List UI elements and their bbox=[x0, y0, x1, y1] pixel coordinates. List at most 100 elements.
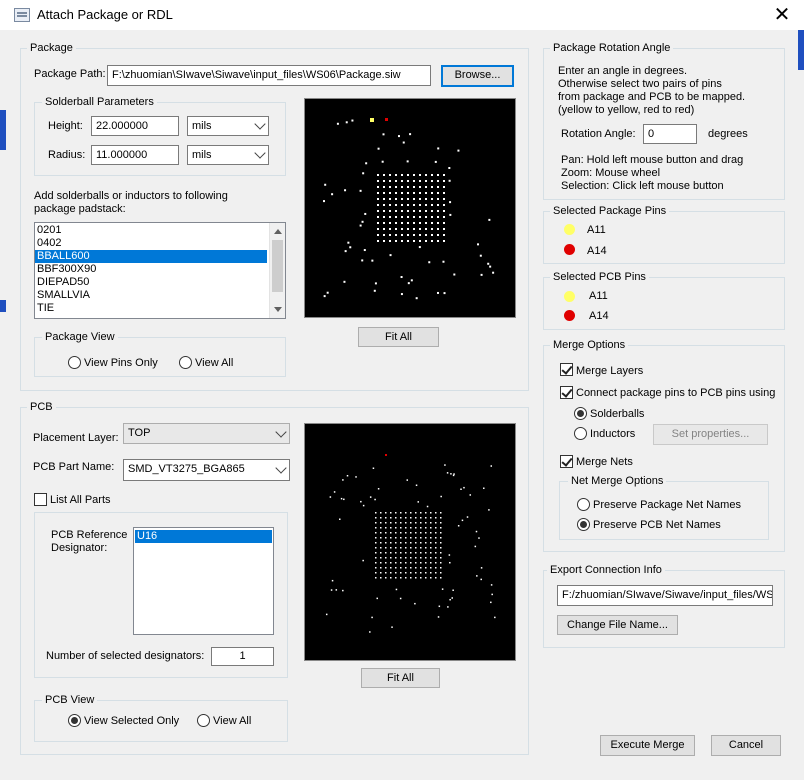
inductors-label[interactable]: Inductors bbox=[590, 428, 635, 440]
pin-mark bbox=[375, 522, 377, 524]
pin-mark bbox=[383, 198, 385, 200]
list-item-selected[interactable]: U16 bbox=[135, 530, 272, 543]
set-properties-button[interactable]: Set properties... bbox=[653, 424, 768, 445]
pin-mark bbox=[425, 562, 427, 564]
pin-mark bbox=[434, 160, 437, 163]
pin-mark bbox=[410, 527, 412, 529]
package-fit-all-button[interactable]: Fit All bbox=[358, 327, 439, 347]
view-pins-only-label[interactable]: View Pins Only bbox=[84, 357, 158, 369]
execute-merge-button[interactable]: Execute Merge bbox=[600, 735, 695, 756]
radius-input[interactable]: 11.000000 bbox=[91, 145, 179, 165]
list-all-parts-label[interactable]: List All Parts bbox=[50, 494, 111, 506]
pin-mark bbox=[400, 557, 402, 559]
pin-mark bbox=[475, 530, 478, 533]
height-unit-select[interactable]: mils bbox=[187, 116, 269, 136]
rotation-angle-input[interactable]: 0 bbox=[643, 124, 697, 144]
scroll-up-icon[interactable] bbox=[274, 229, 282, 234]
padstack-list[interactable]: 0201 0402 BBALL600 BBF300X90 DIEPAD50 SM… bbox=[34, 222, 286, 319]
pin-mark bbox=[385, 552, 387, 554]
radius-unit-select[interactable]: mils bbox=[187, 145, 269, 165]
pcb-view-all-radio[interactable] bbox=[197, 714, 210, 727]
pin-mark bbox=[390, 522, 392, 524]
list-item[interactable]: 0201 bbox=[35, 224, 285, 237]
pin-mark bbox=[395, 186, 397, 188]
pin-mark bbox=[382, 133, 385, 136]
pin-mark bbox=[435, 522, 437, 524]
change-file-name-button[interactable]: Change File Name... bbox=[557, 615, 678, 635]
pcb-part-name-select[interactable]: SMD_VT3275_BGA865 bbox=[123, 459, 290, 481]
list-item[interactable]: SMALLVIA bbox=[35, 289, 285, 302]
scroll-down-icon[interactable] bbox=[274, 307, 282, 312]
pcb-pin-map[interactable] bbox=[305, 424, 515, 660]
pin-mark bbox=[410, 547, 412, 549]
pin-mark bbox=[375, 547, 377, 549]
pin-mark bbox=[425, 180, 427, 182]
pin-mark bbox=[400, 547, 402, 549]
pin-mark bbox=[380, 512, 382, 514]
package-pin-map[interactable] bbox=[305, 99, 515, 317]
list-item-selected[interactable]: BBALL600 bbox=[35, 250, 267, 263]
preserve-package-net-label[interactable]: Preserve Package Net Names bbox=[593, 499, 741, 511]
height-input[interactable]: 22.000000 bbox=[91, 116, 179, 136]
inductors-radio[interactable] bbox=[574, 427, 587, 440]
view-selected-only-label[interactable]: View Selected Only bbox=[84, 715, 179, 727]
solderballs-radio[interactable] bbox=[574, 407, 587, 420]
padstack-scrollbar[interactable] bbox=[269, 223, 285, 318]
pcb-fit-all-button[interactable]: Fit All bbox=[361, 668, 440, 688]
background-app-fragment bbox=[0, 300, 6, 312]
merge-nets-label[interactable]: Merge Nets bbox=[576, 456, 633, 468]
connect-pins-label[interactable]: Connect package pins to PCB pins using bbox=[576, 387, 775, 399]
pin-mark bbox=[419, 234, 421, 236]
package-view-all-label[interactable]: View All bbox=[195, 357, 233, 369]
pin-mark bbox=[377, 147, 380, 150]
scrollbar-thumb[interactable] bbox=[272, 240, 283, 292]
list-item[interactable]: 0402 bbox=[35, 237, 285, 250]
pin-mark bbox=[390, 532, 392, 534]
export-path-input[interactable]: F:/zhuomian/SIwave/Siwave/input_files/WS bbox=[557, 585, 773, 606]
ref-designator-list[interactable]: U16 bbox=[133, 527, 274, 635]
pcb-view-all-label[interactable]: View All bbox=[213, 715, 251, 727]
pin-mark bbox=[390, 542, 392, 544]
list-item[interactable]: DIEPAD50 bbox=[35, 276, 285, 289]
close-icon[interactable]: ✕ bbox=[770, 3, 794, 27]
pin-mark bbox=[419, 222, 421, 224]
pin-mark bbox=[397, 135, 400, 138]
preserve-package-net-radio[interactable] bbox=[577, 498, 590, 511]
package-view-all-radio[interactable] bbox=[179, 356, 192, 369]
connect-pins-checkbox[interactable] bbox=[560, 386, 573, 399]
view-selected-only-radio[interactable] bbox=[68, 714, 81, 727]
pin-mark bbox=[420, 547, 422, 549]
package-preview-canvas[interactable] bbox=[304, 98, 516, 318]
merge-nets-checkbox[interactable] bbox=[560, 455, 573, 468]
pin-mark bbox=[420, 542, 422, 544]
rotation-instr-1: Enter an angle in degrees. bbox=[558, 65, 688, 77]
pin-mark bbox=[440, 552, 442, 554]
pin-mark bbox=[371, 259, 374, 262]
pin-mark bbox=[479, 254, 482, 257]
merge-layers-checkbox[interactable] bbox=[560, 363, 573, 376]
pin-mark bbox=[478, 537, 480, 539]
placement-layer-select[interactable]: TOP bbox=[123, 423, 290, 444]
pin-mark bbox=[410, 572, 412, 574]
merge-layers-label[interactable]: Merge Layers bbox=[576, 365, 643, 377]
pin-mark bbox=[410, 532, 412, 534]
package-path-input[interactable]: F:\zhuomian\SIwave\Siwave\input_files\WS… bbox=[107, 65, 431, 86]
cancel-button[interactable]: Cancel bbox=[711, 735, 781, 756]
solderballs-label[interactable]: Solderballs bbox=[590, 408, 644, 420]
browse-button[interactable]: Browse... bbox=[441, 65, 514, 87]
list-all-parts-checkbox[interactable] bbox=[34, 493, 47, 506]
pin-mark bbox=[419, 198, 421, 200]
list-item[interactable]: TIE bbox=[35, 302, 285, 315]
pin-mark bbox=[395, 562, 397, 564]
preserve-pcb-net-radio[interactable] bbox=[577, 518, 590, 531]
view-pins-only-radio[interactable] bbox=[68, 356, 81, 369]
pin-mark bbox=[377, 204, 379, 206]
pin-mark bbox=[401, 222, 403, 224]
pin-mark bbox=[435, 577, 437, 579]
pin-mark bbox=[395, 552, 397, 554]
pcb-preview-canvas[interactable] bbox=[304, 423, 516, 661]
preserve-pcb-net-label[interactable]: Preserve PCB Net Names bbox=[593, 519, 721, 531]
pin-mark bbox=[440, 557, 442, 559]
pin-mark bbox=[443, 180, 445, 182]
list-item[interactable]: BBF300X90 bbox=[35, 263, 285, 276]
